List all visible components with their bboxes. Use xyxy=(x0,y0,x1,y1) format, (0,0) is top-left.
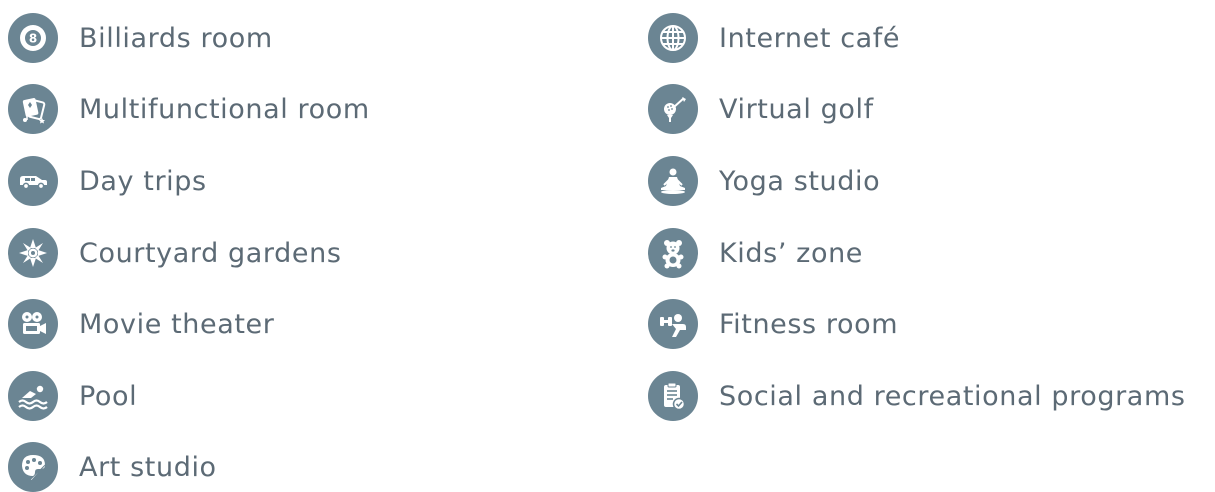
clipboard-check-icon xyxy=(648,371,698,421)
amenity-internet-cafe: Internet café xyxy=(648,13,900,63)
amenity-label: Social and recreational programs xyxy=(719,380,1186,412)
svg-text:8: 8 xyxy=(29,32,37,46)
amenity-social-recreational-programs: Social and recreational programs xyxy=(648,371,1186,421)
swimmer-icon xyxy=(8,371,58,421)
amenity-pool: Pool xyxy=(8,371,137,421)
amenity-label: Internet café xyxy=(719,22,901,54)
amenity-label: Multifunctional room xyxy=(79,93,370,125)
golf-ball-tee-icon xyxy=(648,84,698,134)
amenity-label: Pool xyxy=(79,380,138,412)
teddy-bear-icon xyxy=(648,228,698,278)
amenity-kids-zone: Kids’ zone xyxy=(648,228,863,278)
amenity-virtual-golf: Virtual golf xyxy=(648,84,874,134)
amenity-label: Yoga studio xyxy=(719,165,881,197)
globe-icon xyxy=(648,13,698,63)
amenity-day-trips: Day trips xyxy=(8,156,207,206)
amenity-fitness-room: Fitness room xyxy=(648,299,898,349)
amenity-label: Movie theater xyxy=(79,308,275,340)
amenity-label: Virtual golf xyxy=(719,93,874,125)
amenity-multifunctional-room: Multifunctional room xyxy=(8,84,370,134)
amenity-courtyard-gardens: Courtyard gardens xyxy=(8,228,341,278)
amenity-label: Fitness room xyxy=(719,308,899,340)
amenity-label: Billiards room xyxy=(79,22,273,54)
film-projector-icon xyxy=(8,299,58,349)
yoga-pose-icon xyxy=(648,156,698,206)
amenity-art-studio: Art studio xyxy=(8,442,217,492)
paint-palette-icon xyxy=(8,442,58,492)
amenity-movie-theater: Movie theater xyxy=(8,299,274,349)
flower-icon xyxy=(8,228,58,278)
amenity-label: Kids’ zone xyxy=(719,237,863,269)
amenity-label: Courtyard gardens xyxy=(79,237,342,269)
amenity-billiards-room: 8 Billiards room xyxy=(8,13,273,63)
amenity-label: Art studio xyxy=(79,451,217,483)
dumbbell-person-icon xyxy=(648,299,698,349)
billiard-ball-icon: 8 xyxy=(8,13,58,63)
amenity-yoga-studio: Yoga studio xyxy=(648,156,880,206)
van-icon xyxy=(8,156,58,206)
amenity-label: Day trips xyxy=(79,165,207,197)
playing-cards-music-icon xyxy=(8,84,58,134)
